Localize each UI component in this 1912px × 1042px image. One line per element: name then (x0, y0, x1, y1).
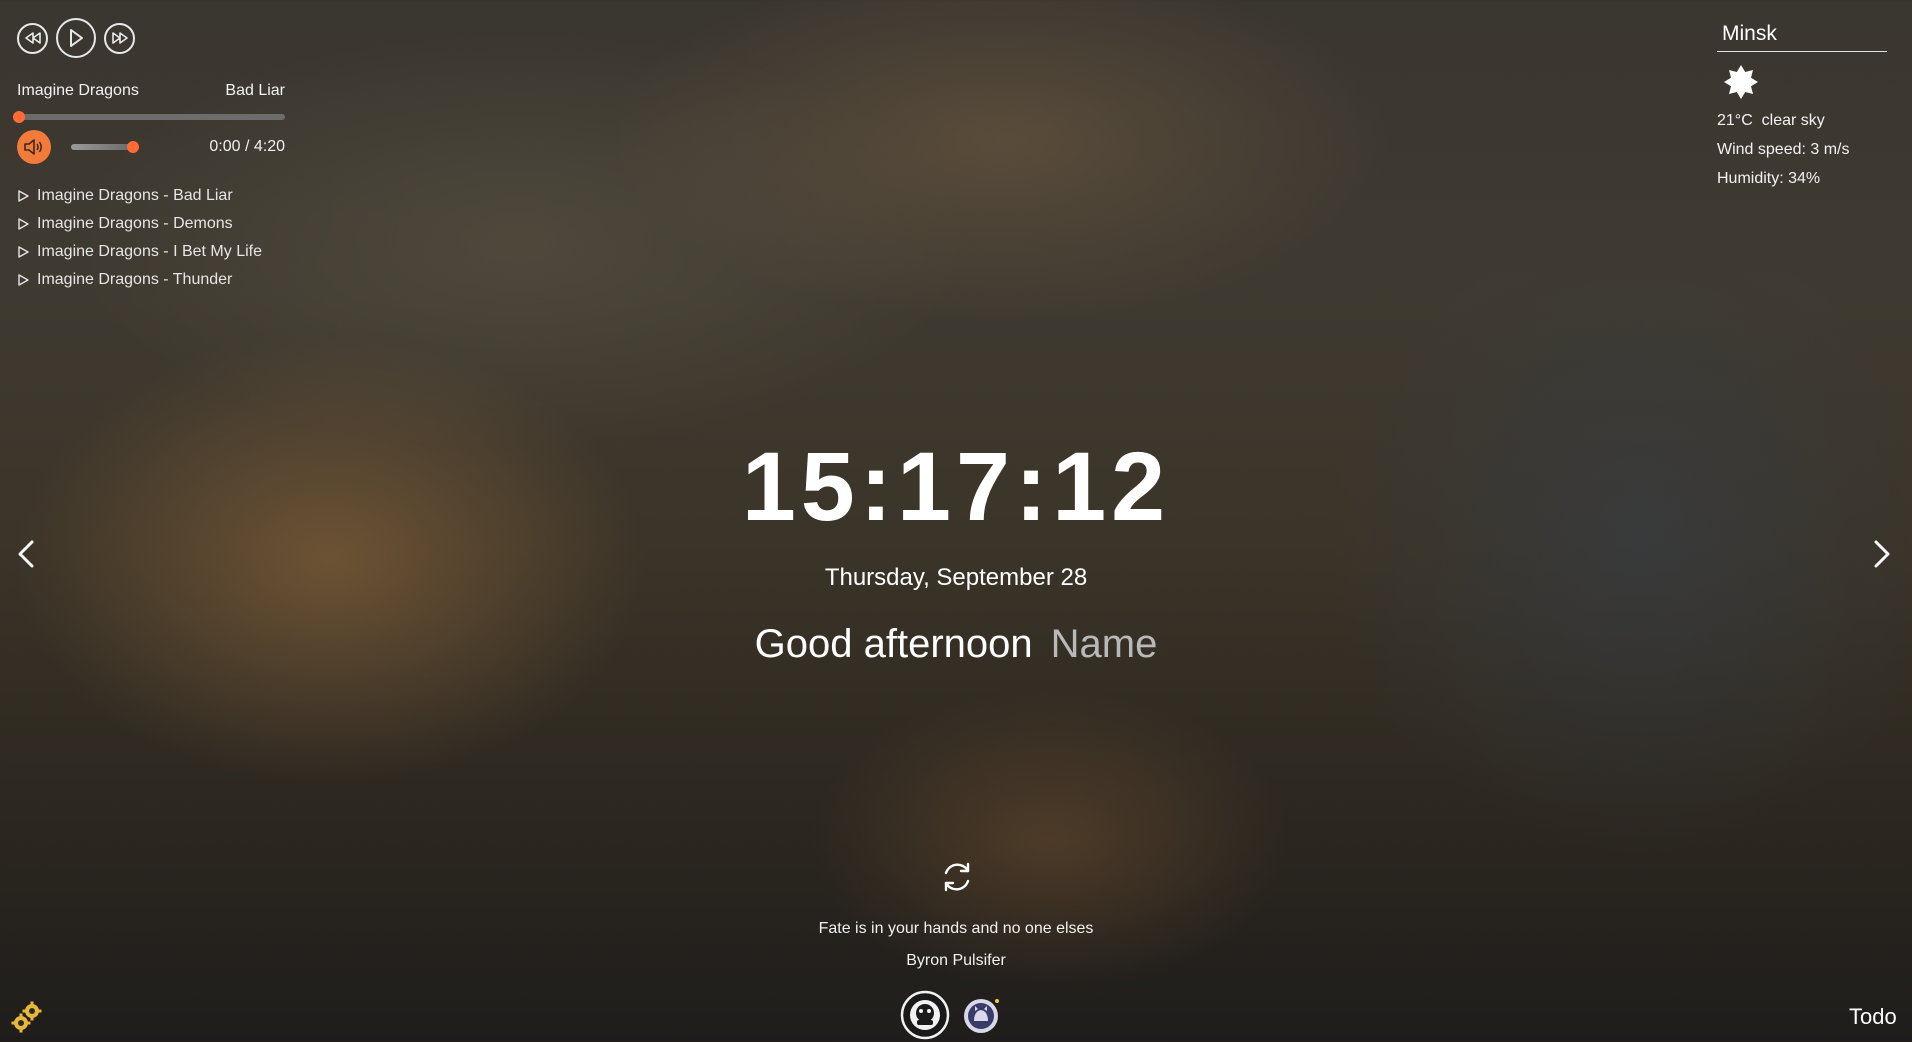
fast-forward-icon[interactable] (104, 22, 135, 54)
gears-icon[interactable] (10, 1000, 46, 1034)
play-icon[interactable] (56, 18, 96, 58)
volume-row: 0:00 / 4:20 (17, 130, 285, 164)
weather-description: clear sky (1761, 112, 1825, 129)
greeting: Good afternoon Name (0, 622, 1912, 667)
playlist-item-label: Imagine Dragons - I Bet My Life (37, 243, 262, 260)
speaker-icon[interactable] (17, 130, 51, 164)
playlist-item[interactable]: Imagine Dragons - Demons (17, 210, 285, 238)
progress-bar[interactable] (13, 111, 285, 123)
play-item-icon (18, 218, 29, 230)
wind-speed: Wind speed: 3 m/s (1717, 141, 1850, 158)
github-icon[interactable] (960, 993, 1004, 1042)
chevron-right-icon[interactable] (1866, 536, 1896, 572)
volume-thumb[interactable] (127, 141, 139, 153)
playlist-item[interactable]: Imagine Dragons - I Bet My Life (17, 238, 285, 266)
humidity: Humidity: 34% (1717, 170, 1821, 187)
weather-widget: Minsk 21°C clear sky Wind speed: 3 m/s H… (1717, 20, 1887, 188)
weather-temp-desc: 21°C clear sky (1717, 112, 1887, 130)
play-item-icon (18, 246, 29, 258)
play-item-icon (18, 274, 29, 286)
progress-thumb[interactable] (13, 111, 25, 123)
clear-sky-sun-icon (1723, 64, 1759, 100)
player-controls (17, 18, 285, 58)
temperature: 21°C (1717, 112, 1753, 129)
greeting-text: Good afternoon (754, 622, 1033, 666)
clock-date: Thursday, September 28 (824, 564, 1088, 591)
quote-text: Fate is in your hands and no one elses (818, 920, 1094, 937)
refresh-icon[interactable] (938, 858, 976, 896)
todo-button[interactable]: Todo (1849, 1004, 1897, 1030)
playlist-item[interactable]: Imagine Dragons - Thunder (17, 266, 285, 294)
rs-school-logo[interactable] (900, 990, 950, 1042)
clock-time: 15:17:12 (741, 432, 1171, 541)
playlist-item[interactable]: Imagine Dragons - Bad Liar (17, 182, 285, 210)
rewind-icon[interactable] (17, 22, 48, 54)
chevron-left-icon[interactable] (12, 536, 42, 572)
audio-player: Imagine Dragons Bad Liar 0:00 / 4:20 Ima… (13, 18, 285, 294)
footer-logos (900, 990, 1004, 1042)
play-item-icon (18, 190, 29, 202)
track-title: Bad Liar (225, 82, 285, 99)
playlist-item-label: Imagine Dragons - Demons (37, 215, 233, 232)
playlist-item-label: Imagine Dragons - Bad Liar (37, 187, 233, 204)
playlist: Imagine Dragons - Bad Liar Imagine Drago… (17, 182, 285, 294)
volume-slider[interactable] (71, 141, 139, 153)
track-artist: Imagine Dragons (17, 82, 139, 99)
quote-author: Byron Pulsifer (906, 952, 1006, 969)
name-input[interactable]: Name (1051, 622, 1158, 667)
playlist-item-label: Imagine Dragons - Thunder (37, 271, 233, 288)
now-playing: Imagine Dragons Bad Liar (17, 82, 285, 100)
track-time: 0:00 / 4:20 (209, 138, 285, 155)
city-input[interactable]: Minsk (1717, 20, 1887, 52)
